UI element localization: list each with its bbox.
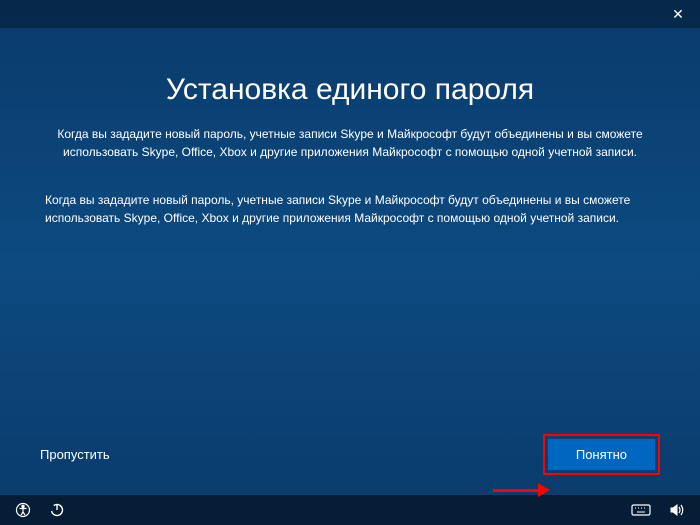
titlebar: ✕: [0, 0, 700, 28]
ok-button[interactable]: Понятно: [548, 439, 655, 470]
main-content: Установка единого пароля Когда вы задади…: [0, 28, 700, 434]
system-bar-right: [631, 502, 685, 518]
system-bar: [0, 495, 700, 525]
close-icon[interactable]: ✕: [668, 4, 688, 24]
page-title: Установка единого пароля: [40, 73, 660, 107]
setup-window: ✕ Установка единого пароля Когда вы зада…: [0, 0, 700, 525]
system-bar-left: [15, 502, 65, 518]
keyboard-icon[interactable]: [631, 503, 651, 517]
highlight-box: Понятно: [543, 434, 660, 475]
volume-icon[interactable]: [669, 502, 685, 518]
body-text: Когда вы зададите новый пароль, учетные …: [40, 191, 660, 227]
skip-button[interactable]: Пропустить: [40, 447, 110, 462]
power-icon[interactable]: [49, 502, 65, 518]
footer: Пропустить Понятно: [0, 434, 700, 495]
arrow-head-icon: [538, 483, 550, 497]
arrow-line: [493, 489, 538, 492]
annotation-arrow: [493, 483, 550, 497]
page-subtitle: Когда вы зададите новый пароль, учетные …: [40, 125, 660, 161]
accessibility-icon[interactable]: [15, 502, 31, 518]
